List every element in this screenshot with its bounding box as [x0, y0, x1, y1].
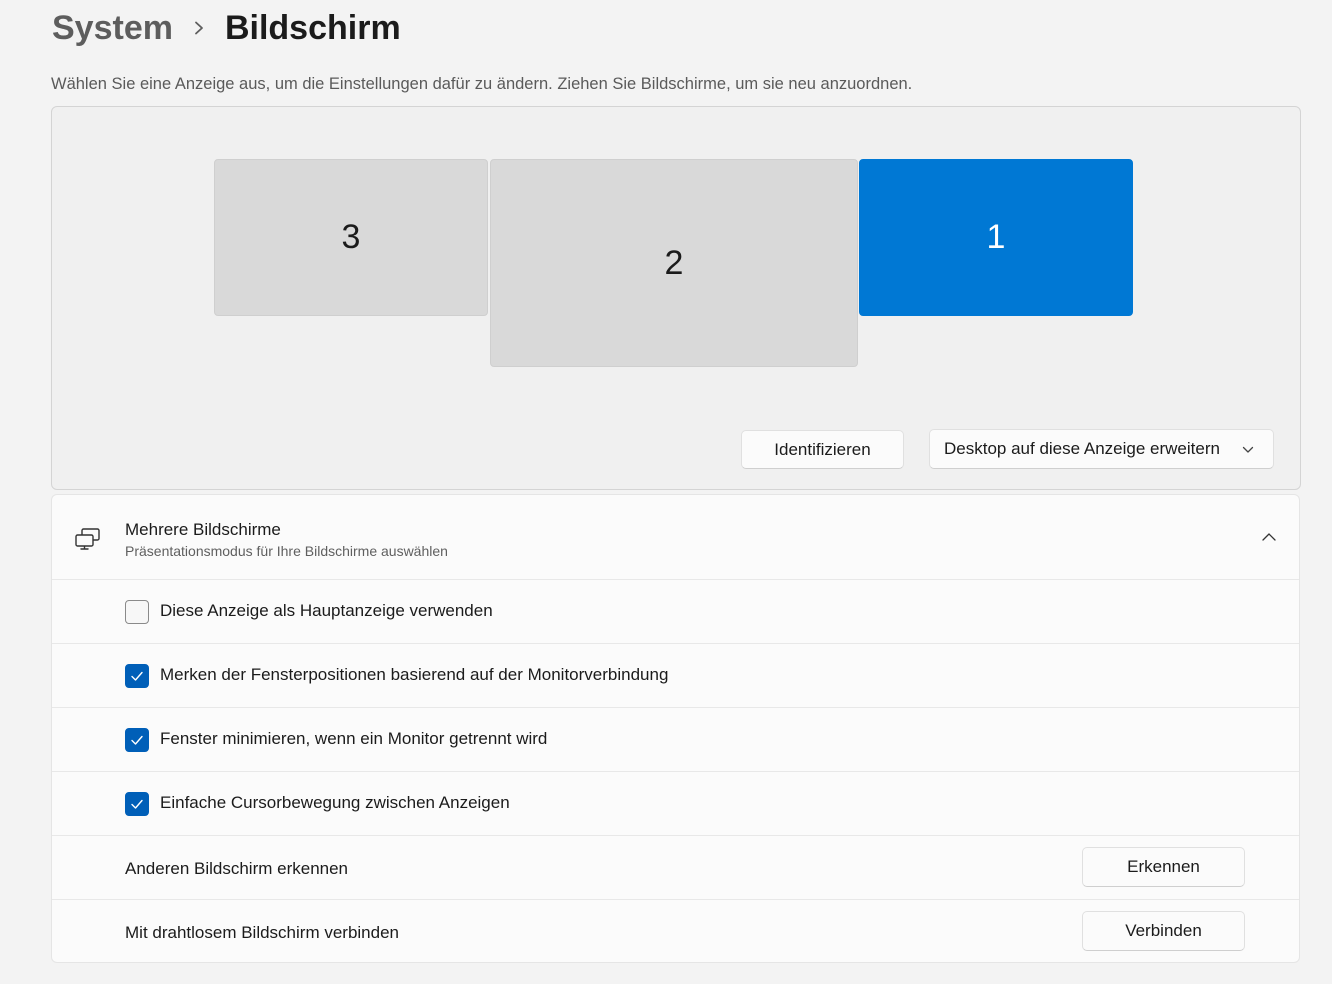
- monitor-1[interactable]: 1: [859, 159, 1133, 316]
- detect-button[interactable]: Erkennen: [1082, 847, 1245, 887]
- monitor-number: 1: [986, 218, 1006, 256]
- identify-button[interactable]: Identifizieren: [741, 430, 904, 469]
- primary-display-checkbox[interactable]: [125, 600, 149, 624]
- display-settings-page: System Bildschirm Wählen Sie eine Anzeig…: [0, 0, 1332, 984]
- primary-display-label[interactable]: Diese Anzeige als Hauptanzeige verwenden: [160, 601, 493, 621]
- connect-button[interactable]: Verbinden: [1082, 911, 1245, 951]
- option-row-primary-display: Diese Anzeige als Hauptanzeige verwenden: [52, 580, 1299, 644]
- breadcrumb: System Bildschirm: [52, 4, 401, 52]
- page-title: Bildschirm: [224, 8, 401, 47]
- minimize-windows-checkbox[interactable]: [125, 728, 149, 752]
- cursor-movement-checkbox[interactable]: [125, 792, 149, 816]
- multiple-displays-header[interactable]: Mehrere Bildschirme Präsentationsmodus f…: [52, 495, 1299, 580]
- option-row-remember-positions: Merken der Fensterpositionen basierend a…: [52, 644, 1299, 708]
- display-mode-dropdown[interactable]: Desktop auf diese Anzeige erweitern: [929, 429, 1274, 469]
- monitor-3[interactable]: 3: [214, 159, 488, 316]
- card-title: Mehrere Bildschirme: [125, 520, 281, 539]
- multiple-displays-card: Mehrere Bildschirme Präsentationsmodus f…: [51, 494, 1300, 963]
- chevron-down-icon: [1241, 442, 1255, 456]
- breadcrumb-system[interactable]: System: [52, 9, 173, 48]
- option-row-minimize-windows: Fenster minimieren, wenn ein Monitor get…: [52, 708, 1299, 772]
- checkmark-icon: [131, 735, 143, 745]
- checkmark-icon: [131, 799, 143, 809]
- wireless-display-row: Mit drahtlosem Bildschirm verbinden Verb…: [52, 900, 1299, 962]
- card-subtitle: Präsentationsmodus für Ihre Bildschirme …: [125, 543, 448, 559]
- remember-positions-label[interactable]: Merken der Fensterpositionen basierend a…: [160, 665, 668, 685]
- detect-display-label: Anderen Bildschirm erkennen: [125, 859, 349, 878]
- remember-positions-checkbox[interactable]: [125, 664, 149, 688]
- monitor-number: 3: [341, 218, 361, 256]
- checkmark-icon: [131, 671, 143, 681]
- dropdown-value: Desktop auf diese Anzeige erweitern: [944, 439, 1220, 458]
- minimize-windows-label[interactable]: Fenster minimieren, wenn ein Monitor get…: [160, 729, 547, 749]
- cursor-movement-label[interactable]: Einfache Cursorbewegung zwischen Anzeige…: [160, 793, 510, 813]
- chevron-up-icon[interactable]: [1261, 530, 1277, 544]
- option-row-cursor-movement: Einfache Cursorbewegung zwischen Anzeige…: [52, 772, 1299, 836]
- multiple-monitors-icon: [74, 527, 102, 551]
- arrangement-instructions: Wählen Sie eine Anzeige aus, um die Eins…: [51, 75, 913, 93]
- display-arrangement-panel: 3 2 1 Identifizieren Desktop auf diese A…: [51, 106, 1301, 490]
- wireless-display-label: Mit drahtlosem Bildschirm verbinden: [125, 923, 399, 942]
- chevron-right-icon: [173, 4, 225, 52]
- monitor-2[interactable]: 2: [490, 159, 858, 367]
- monitor-number: 2: [664, 243, 684, 282]
- detect-display-row: Anderen Bildschirm erkennen Erkennen: [52, 836, 1299, 900]
